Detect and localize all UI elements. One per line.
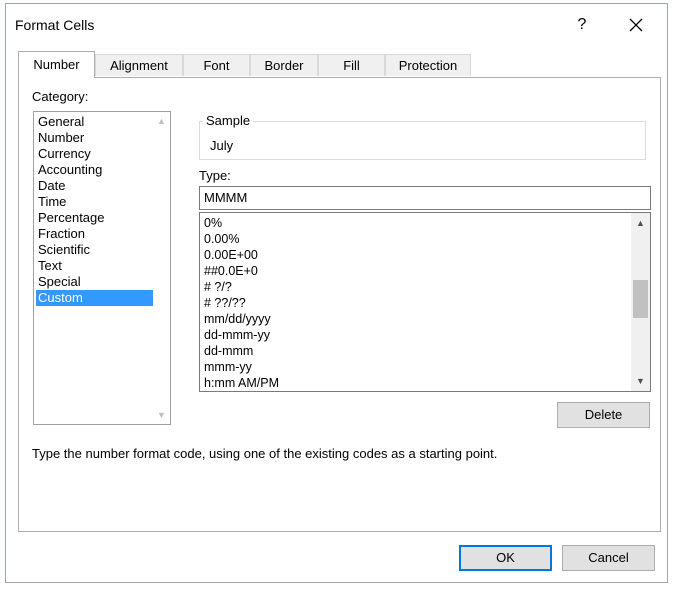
format-code-item[interactable]: # ??/?? bbox=[204, 295, 246, 311]
number-tab-panel: Category: General Number Currency Accoun… bbox=[18, 77, 661, 532]
category-item-number[interactable]: Number bbox=[36, 130, 161, 146]
scroll-down-arrow-icon[interactable]: ▼ bbox=[636, 376, 645, 386]
category-item-general[interactable]: General bbox=[36, 114, 161, 130]
delete-button[interactable]: Delete bbox=[557, 402, 650, 428]
format-codes-list[interactable]: 0% 0.00% 0.00E+00 ##0.0E+0 # ?/? # ??/??… bbox=[199, 212, 651, 392]
format-code-item[interactable]: mm/dd/yyyy bbox=[204, 311, 271, 327]
category-item-accounting[interactable]: Accounting bbox=[36, 162, 161, 178]
title-bar: Format Cells ? bbox=[6, 4, 667, 42]
format-codes-scrollbar[interactable]: ▲ ▼ bbox=[631, 213, 650, 391]
category-item-date[interactable]: Date bbox=[36, 178, 161, 194]
category-scrollbar[interactable]: ▲ ▼ bbox=[153, 112, 170, 424]
ok-button[interactable]: OK bbox=[459, 545, 552, 571]
category-item-fraction[interactable]: Fraction bbox=[36, 226, 161, 242]
format-code-item[interactable]: ##0.0E+0 bbox=[204, 263, 258, 279]
type-label: Type: bbox=[199, 168, 231, 183]
category-item-percentage[interactable]: Percentage bbox=[36, 210, 161, 226]
category-item-scientific[interactable]: Scientific bbox=[36, 242, 161, 258]
tab-border[interactable]: Border bbox=[250, 54, 318, 76]
tab-protection[interactable]: Protection bbox=[385, 54, 471, 76]
format-code-item[interactable]: h:mm AM/PM bbox=[204, 375, 279, 391]
sample-group bbox=[199, 121, 646, 160]
tab-fill[interactable]: Fill bbox=[318, 54, 385, 76]
format-code-item[interactable]: mmm-yy bbox=[204, 359, 252, 375]
category-list[interactable]: General Number Currency Accounting Date … bbox=[33, 111, 171, 425]
format-code-item[interactable]: dd-mmm bbox=[204, 343, 253, 359]
dialog-title: Format Cells bbox=[15, 17, 95, 33]
format-code-item[interactable]: # ?/? bbox=[204, 279, 232, 295]
tab-number[interactable]: Number bbox=[18, 51, 95, 78]
close-button[interactable] bbox=[618, 12, 654, 38]
scroll-down-arrow-icon[interactable]: ▼ bbox=[157, 410, 166, 420]
format-code-item[interactable]: 0.00% bbox=[204, 231, 239, 247]
category-item-time[interactable]: Time bbox=[36, 194, 161, 210]
tab-font[interactable]: Font bbox=[183, 54, 250, 76]
tab-alignment[interactable]: Alignment bbox=[95, 54, 183, 76]
format-code-item[interactable]: dd-mmm-yy bbox=[204, 327, 270, 343]
sample-label: Sample bbox=[203, 113, 254, 128]
close-icon bbox=[629, 18, 643, 32]
category-item-text[interactable]: Text bbox=[36, 258, 161, 274]
scrollbar-thumb[interactable] bbox=[633, 280, 648, 318]
category-item-custom[interactable]: Custom bbox=[36, 290, 161, 306]
sample-value: July bbox=[210, 138, 234, 153]
format-code-item[interactable]: 0% bbox=[204, 215, 222, 231]
type-input[interactable]: MMMM bbox=[199, 186, 651, 210]
cancel-button[interactable]: Cancel bbox=[562, 545, 655, 571]
format-cells-dialog: Format Cells ? Number Alignment Font Bor… bbox=[5, 3, 668, 583]
category-item-special[interactable]: Special bbox=[36, 274, 161, 290]
help-button[interactable]: ? bbox=[564, 12, 600, 38]
category-item-currency[interactable]: Currency bbox=[36, 146, 161, 162]
format-code-item[interactable]: 0.00E+00 bbox=[204, 247, 258, 263]
scroll-up-arrow-icon[interactable]: ▲ bbox=[157, 116, 166, 126]
scroll-up-arrow-icon[interactable]: ▲ bbox=[636, 218, 645, 228]
instruction-text: Type the number format code, using one o… bbox=[32, 446, 498, 461]
category-label: Category: bbox=[32, 89, 89, 104]
